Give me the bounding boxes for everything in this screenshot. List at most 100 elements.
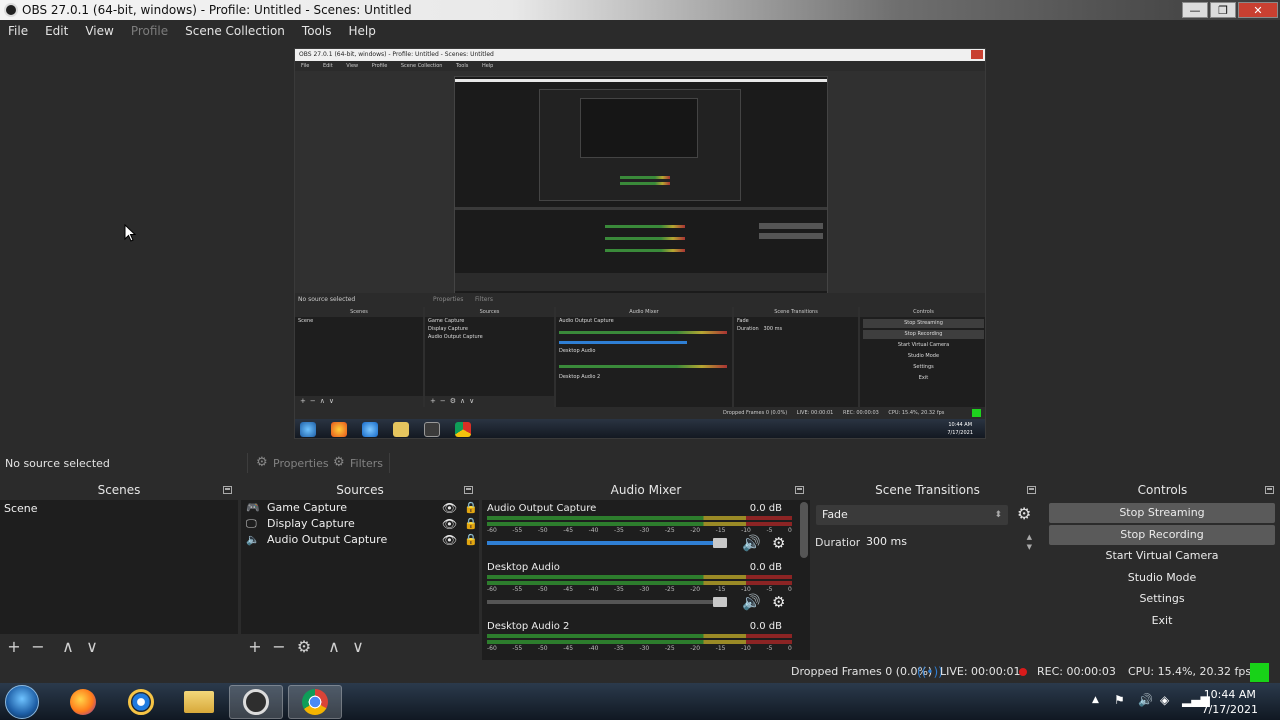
undock-icon[interactable] [795, 486, 804, 494]
preview-canvas[interactable]: OBS 27.0.1 (64-bit, windows) - Profile: … [294, 48, 986, 439]
properties-button[interactable]: ⚙ Properties [256, 453, 329, 473]
spinner-arrows-icon[interactable]: ▲ ▼ [1027, 532, 1032, 552]
menu-tools[interactable]: Tools [302, 24, 332, 38]
menu-edit[interactable]: Edit [45, 24, 68, 38]
chrome-icon [302, 689, 328, 715]
controls-dock: Controls Stop Streaming Stop Recording S… [1045, 480, 1280, 660]
preview-mini-control-btn: Stop Recording [863, 330, 984, 339]
stop-recording-button[interactable]: Stop Recording [1049, 525, 1275, 545]
taskbar-clock[interactable]: 10:44 AM 7/17/2021 [1202, 687, 1258, 717]
preview-mini-titlebar: OBS 27.0.1 (64-bit, windows) - Profile: … [295, 49, 985, 61]
move-scene-down-button[interactable]: ∨ [82, 637, 102, 657]
source-list-item[interactable]: 🎮 Game Capture 👁 🔒 [241, 500, 479, 516]
preview-mini-menu-item: Profile [371, 63, 388, 69]
volume-slider[interactable] [487, 538, 727, 548]
undock-icon[interactable] [1265, 486, 1274, 494]
channel-settings-gear-icon[interactable]: ⚙ [772, 534, 785, 552]
visibility-eye-icon[interactable]: 👁 [442, 500, 457, 516]
sources-dock: Sources 🎮 Game Capture 👁 🔒 🖵 Display Cap… [241, 480, 479, 660]
remove-source-button[interactable]: − [269, 637, 289, 657]
channel-name: Desktop Audio 2 [487, 621, 570, 632]
level-meter [487, 640, 792, 644]
menu-help[interactable]: Help [348, 24, 375, 38]
volume-speaker-icon[interactable]: 🔊 [742, 593, 761, 611]
menu-view[interactable]: View [85, 24, 113, 38]
menu-file[interactable]: File [8, 24, 28, 38]
meter-tick-label: -35 [614, 527, 624, 534]
antivirus-icon[interactable]: ◈ [1160, 693, 1169, 707]
rec-timer: REC: 00:00:03 [1037, 665, 1116, 678]
taskbar-obs[interactable] [229, 685, 283, 719]
taskbar-firefox[interactable] [56, 685, 110, 719]
filters-button[interactable]: ⚙ Filters [333, 453, 383, 473]
scenes-title: Scenes [97, 483, 141, 497]
studio-mode-button[interactable]: Studio Mode [1049, 568, 1275, 588]
preview-mini-scene-item: Scene [298, 318, 314, 324]
preview-mini-duration-label: Duration [737, 326, 759, 332]
menu-scene-collection[interactable]: Scene Collection [185, 24, 285, 38]
source-list-item[interactable]: 🖵 Display Capture 👁 🔒 [241, 516, 479, 532]
remove-scene-button[interactable]: − [28, 637, 48, 657]
source-list-item[interactable]: 🔈 Audio Output Capture 👁 🔒 [241, 532, 479, 548]
folder-icon [184, 691, 214, 713]
preview-mini-duration: Duration 300 ms [734, 325, 858, 333]
volume-slider[interactable] [487, 597, 727, 607]
undock-icon[interactable] [223, 486, 232, 494]
taskbar-chrome[interactable] [288, 685, 342, 719]
preview-mini-cpu: CPU: 15.4%, 20.32 fps [888, 410, 945, 416]
preview-mini-clock-date: 7/17/2021 [947, 430, 973, 436]
channel-db: 0.0 dB [749, 503, 782, 514]
preview-mini-statusline: No source selected Properties Filters [295, 293, 985, 307]
move-scene-up-button[interactable]: ∧ [58, 637, 78, 657]
start-virtual-camera-button[interactable]: Start Virtual Camera [1049, 546, 1275, 566]
transition-settings-gear-icon[interactable]: ⚙ [1017, 504, 1031, 523]
visibility-eye-icon[interactable]: 👁 [442, 532, 457, 548]
stop-streaming-button[interactable]: Stop Streaming [1049, 503, 1275, 523]
scene-list-item[interactable]: Scene [0, 500, 238, 517]
taskbar-file-explorer[interactable] [172, 685, 226, 719]
channel-settings-gear-icon[interactable]: ⚙ [772, 593, 785, 611]
volume-speaker-icon[interactable]: 🔊 [742, 534, 761, 552]
undock-icon[interactable] [464, 486, 473, 494]
meter-tick-label: -10 [741, 645, 751, 652]
taskbar-internet-explorer[interactable] [114, 685, 168, 719]
menu-profile[interactable]: Profile [131, 24, 168, 38]
lock-icon[interactable]: 🔒 [464, 532, 478, 548]
monitor-icon: 🖵 [246, 517, 257, 530]
move-source-down-button[interactable]: ∨ [348, 637, 368, 657]
title-bar: OBS 27.0.1 (64-bit, windows) - Profile: … [0, 0, 1280, 20]
add-scene-button[interactable]: + [4, 637, 24, 657]
transition-select[interactable]: Fade ⬍ [816, 505, 1008, 525]
close-button[interactable]: ✕ [1238, 2, 1278, 18]
scenes-list[interactable]: Scene [0, 500, 238, 634]
mini-folder-icon [393, 422, 409, 437]
system-tray: ▲ ⚑ 🔊 ◈ ▂▄▆ 10:44 AM 7/17/2021 [1080, 683, 1280, 720]
preview-mini-properties: Properties [433, 296, 464, 303]
preview-mini-dropped: Dropped Frames 0 (0.0%) [723, 410, 788, 416]
maximize-button[interactable]: ❐ [1210, 2, 1236, 18]
mixer-channel: Desktop Audio 0.0 dB -60 -55 -50 -45 -40 -35 -… [482, 559, 800, 618]
volume-icon[interactable]: 🔊 [1138, 693, 1153, 707]
show-hidden-icons-icon[interactable]: ▲ [1092, 695, 1099, 705]
settings-button[interactable]: Settings [1049, 589, 1275, 609]
visibility-eye-icon[interactable]: 👁 [442, 516, 457, 532]
lock-icon[interactable]: 🔒 [464, 516, 478, 532]
flag-icon[interactable]: ⚑ [1114, 693, 1125, 707]
mixer-scrollbar[interactable] [800, 502, 808, 558]
speaker-icon: 🔈 [246, 533, 260, 546]
mini-firefox-icon [331, 422, 347, 437]
sources-list[interactable]: 🎮 Game Capture 👁 🔒 🖵 Display Capture 👁 🔒… [241, 500, 479, 634]
minimize-button[interactable]: — [1182, 2, 1208, 18]
preview-mini-source-item: Audio Output Capture [428, 334, 483, 340]
start-button[interactable] [5, 685, 39, 719]
source-properties-button[interactable]: ⚙ [294, 637, 314, 657]
obs-icon [243, 689, 269, 715]
chevron-updown-icon: ⬍ [994, 510, 1002, 520]
exit-button[interactable]: Exit [1049, 611, 1275, 631]
undock-icon[interactable] [1027, 486, 1036, 494]
mixer-channel: Desktop Audio 2 0.0 dB -60 -55 -50 -45 -40 -3… [482, 618, 800, 660]
move-source-up-button[interactable]: ∧ [324, 637, 344, 657]
duration-spinbox[interactable]: 300 ms ▲ ▼ [860, 532, 1035, 552]
add-source-button[interactable]: + [245, 637, 265, 657]
lock-icon[interactable]: 🔒 [464, 500, 478, 516]
